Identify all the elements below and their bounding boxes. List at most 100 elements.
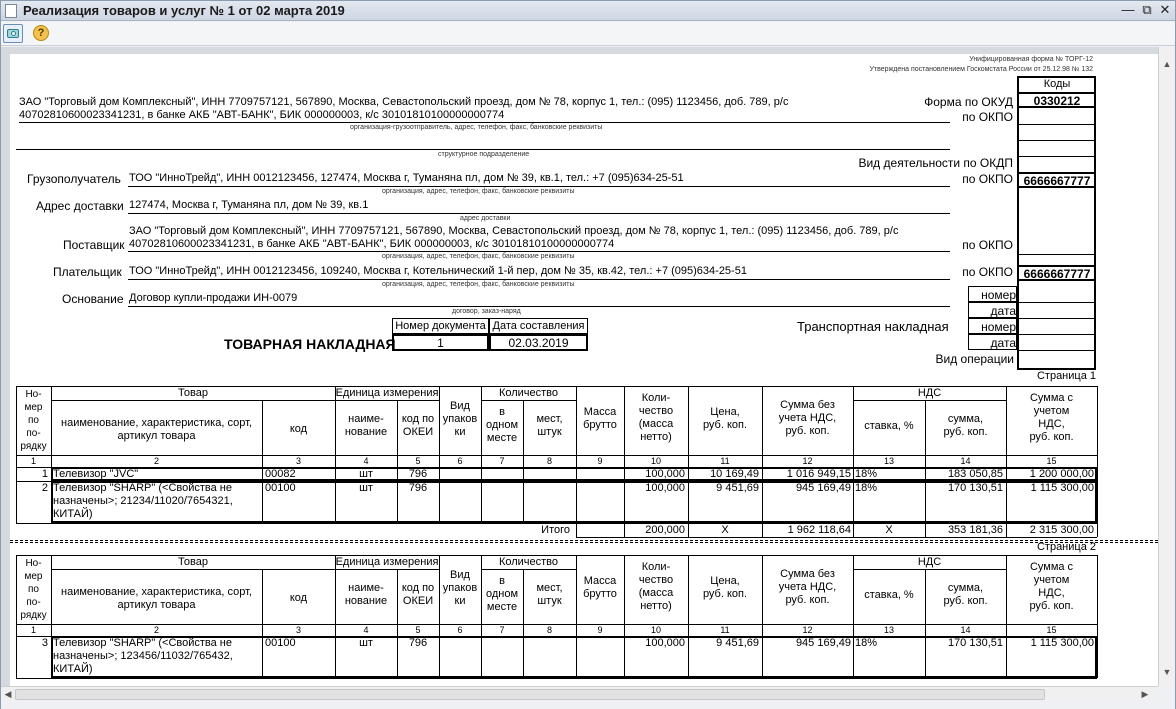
consignee-value: ТОО "ИнноТрейд", ИНН 0012123456, 127474,…	[129, 172, 684, 184]
docdate-value: 02.03.2019	[508, 336, 569, 350]
header-code: код	[289, 423, 308, 435]
consignee-caption: организация, адрес, телефон, факс, банко…	[382, 188, 575, 195]
header-pack: Вид упаков ки	[442, 569, 478, 607]
header-vat: НДС	[917, 556, 942, 568]
basis-caption: договор, заказ-наряд	[452, 308, 521, 315]
header-unit-name: наиме- нование	[344, 413, 388, 438]
page1-label: Страница 1	[1036, 370, 1096, 382]
row-net: 100,000	[645, 482, 685, 494]
column-number: 13	[883, 625, 894, 635]
operation-label: Вид операции	[935, 352, 1014, 366]
header-vat-sum: сумма, руб. коп.	[943, 413, 988, 438]
payer-underline	[128, 279, 950, 280]
header-qty-one: в одном месте	[485, 406, 519, 444]
row-name: Телевизор "SHARP" (<Свойства не назначен…	[53, 482, 233, 520]
payer-caption: организация, адрес, телефон, факс, банко…	[382, 281, 575, 288]
table-col-line	[1097, 386, 1098, 523]
status-strip	[1, 701, 1175, 709]
okpo-label-2: по ОКПО	[962, 172, 1013, 186]
total-net: 200,000	[645, 524, 685, 536]
camera-icon[interactable]	[3, 24, 23, 43]
docnum-header: Номер документа	[395, 320, 486, 332]
scroll-down-icon[interactable]: ▼	[1160, 665, 1174, 679]
scroll-right-icon[interactable]: ▶	[1138, 687, 1152, 701]
row-price: 10 169,49	[710, 468, 759, 480]
header-qty-one: в одном месте	[485, 575, 519, 613]
consignee-label: Грузополучатель	[27, 172, 121, 186]
restore-button[interactable]: ⧉	[1138, 2, 1156, 19]
column-number: 13	[883, 456, 894, 466]
codes-row-line	[1017, 334, 1096, 335]
row-total: 1 200 000,00	[1029, 468, 1094, 480]
column-number: 2	[153, 456, 159, 466]
vat-sub-line	[853, 400, 1006, 401]
column-number: 3	[295, 625, 301, 635]
consignee-okpo: 6666667777	[1023, 174, 1091, 188]
page-break-line	[10, 540, 1158, 541]
basis-label: Основание	[62, 292, 124, 306]
minimize-button[interactable]: —	[1119, 2, 1137, 19]
header-mass: Масса брутто	[583, 575, 617, 600]
header-num: Но- мер по по- рядку	[20, 558, 47, 621]
column-number: 14	[960, 625, 971, 635]
column-number: 6	[457, 625, 463, 635]
form-title: Унифицированная форма № ТОРГ-12	[969, 56, 1093, 63]
column-number: 2	[153, 625, 159, 635]
header-net: Коли- чество (масса нетто)	[638, 561, 674, 612]
total-col-line	[1097, 523, 1098, 537]
row-total: 1 115 300,00	[1030, 482, 1094, 494]
header-goods: Товар	[178, 556, 208, 568]
header-vat-rate: ставка, %	[864, 589, 914, 601]
row-vat-rate: 18%	[855, 468, 878, 480]
document-icon	[5, 4, 17, 18]
codes-row-line	[1017, 350, 1096, 351]
row-code: 00100	[265, 637, 296, 649]
column-number: 5	[415, 456, 421, 466]
supplier-underline	[128, 251, 950, 252]
supplier-line1: ЗАО "Торговый дом Комплексный", ИНН 7709…	[129, 225, 899, 237]
row-unit: шт	[359, 637, 373, 649]
supplier-caption: организация, адрес, телефон, факс, банко…	[382, 253, 575, 260]
scroll-left-icon[interactable]: ◀	[1, 687, 15, 701]
help-icon[interactable]: ?	[31, 24, 51, 43]
column-number: 9	[597, 456, 603, 466]
okud-value: 0330212	[1033, 94, 1081, 108]
scroll-up-icon[interactable]: ▲	[1160, 57, 1174, 71]
horizontal-scrollbar[interactable]: ◀ ▶	[1, 686, 1158, 701]
torg12-document: Унифицированная форма № ТОРГ-12 Утвержден…	[10, 54, 1158, 686]
column-number: 4	[363, 625, 369, 635]
title-bar: Реализация товаров и услуг № 1 от 02 мар…	[1, 1, 1175, 21]
column-number: 4	[363, 456, 369, 466]
close-button[interactable]: ✕	[1156, 2, 1174, 19]
total-label: Итого	[541, 524, 570, 536]
header-qty: Количество	[498, 556, 559, 568]
header-vat-sum: сумма, руб. коп.	[943, 582, 988, 607]
header-unit-okei: код по ОКЕИ	[401, 413, 435, 438]
row-total: 1 115 300,00	[1030, 637, 1094, 649]
column-number: 8	[546, 456, 552, 466]
codes-row-line	[1017, 254, 1096, 255]
horizontal-scroll-thumb[interactable]	[15, 689, 1045, 700]
vertical-scrollbar[interactable]: ▲ ▼	[1158, 47, 1175, 686]
okpo-label-4: по ОКПО	[962, 265, 1013, 279]
payer-value: ТОО "ИнноТрейд", ИНН 0012123456, 109240,…	[129, 265, 747, 277]
delivery-value: 127474, Москва г, Туманяна пл, дом № 39,…	[129, 199, 369, 211]
total-vat-rate: X	[885, 524, 893, 536]
header-sum-novat: Сумма без учета НДС, руб. коп.	[778, 568, 837, 606]
header-sum-vat: Сумма с учетом НДС, руб. коп.	[1029, 561, 1074, 612]
total-bottom-line	[576, 537, 1097, 538]
row-net: 100,000	[645, 637, 685, 649]
column-number: 11	[720, 456, 730, 466]
header-unit-okei: код по ОКЕИ	[401, 582, 435, 607]
table-bottom-line	[16, 678, 1097, 679]
header-pack: Вид упаков ки	[442, 400, 478, 438]
table-col-line	[1097, 555, 1098, 678]
header-sum-novat: Сумма без учета НДС, руб. коп.	[778, 399, 837, 437]
header-goods-name: наименование, характеристика, сорт, арти…	[61, 417, 252, 442]
page2-label: Страница 2	[1036, 541, 1096, 553]
document-viewport[interactable]: Унифицированная форма № ТОРГ-12 Утвержден…	[1, 47, 1158, 686]
row-okei: 796	[408, 482, 428, 494]
row-vat-rate: 18%	[855, 482, 878, 494]
codes-row-line	[1017, 156, 1096, 157]
shipper-underline	[19, 122, 950, 123]
